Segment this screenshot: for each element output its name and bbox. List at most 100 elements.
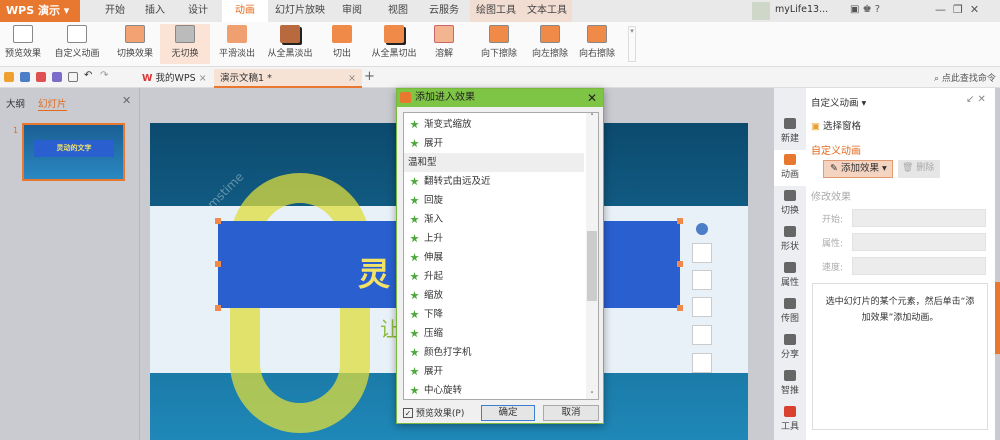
ok-button[interactable]: 确定 (481, 405, 535, 421)
custom-animation-button[interactable]: 自定义动画 (52, 24, 102, 64)
tab-animation[interactable]: 动画 (222, 0, 268, 22)
panel-title[interactable]: 自定义动画 ▾ (811, 95, 866, 109)
new-tab-button[interactable]: + (364, 69, 375, 84)
close-panel-icon[interactable]: ✕ (122, 94, 131, 107)
transition-cut-black[interactable]: 从全黑切出 (366, 24, 422, 64)
tab-slideshow[interactable]: 幻灯片放映 (272, 0, 328, 22)
tab-text-tools[interactable]: 文本工具 (522, 0, 572, 22)
sidebar-item-recommend[interactable]: 智推 (774, 366, 806, 402)
list-item[interactable]: 压缩 (404, 324, 584, 343)
tab-cloud[interactable]: 云服务 (422, 0, 466, 22)
print-icon[interactable] (52, 72, 62, 82)
save-icon[interactable] (20, 72, 30, 82)
sidebar-item-animation[interactable]: 动画 (774, 150, 806, 186)
select-pane-button[interactable]: ▣ 选择窗格 (811, 118, 861, 132)
list-item[interactable]: 伸展 (404, 248, 584, 267)
list-item[interactable]: 回旋 (404, 191, 584, 210)
transition-wipe-right[interactable]: 向右擦除 (574, 24, 620, 64)
transition-none[interactable]: 无切换 (160, 24, 210, 64)
list-item[interactable]: 下降 (404, 305, 584, 324)
dialog-header: 添加进入效果 ✕ (397, 89, 603, 107)
window-controls[interactable]: — ❐ ✕ (935, 3, 979, 16)
scroll-down-icon[interactable]: ˅ (586, 391, 598, 399)
avatar[interactable] (752, 2, 770, 20)
close-tab-icon[interactable]: × (348, 69, 356, 88)
list-item[interactable]: 上升 (404, 229, 584, 248)
switch-effect-button[interactable]: 切换效果 (112, 24, 158, 64)
resize-handle[interactable] (677, 305, 683, 311)
panel-collapse-handle[interactable] (995, 282, 1000, 354)
pdf-icon[interactable] (36, 72, 46, 82)
add-effect-button[interactable]: ✎ 添加效果 ▾ (823, 160, 893, 178)
list-item[interactable]: 翻转式由远及近 (404, 172, 584, 191)
effect-list[interactable]: 渐变式缩放 展开 温和型 翻转式由远及近 回旋 渐入 上升 伸展 升起 缩放 下降 压缩 颜色打字… (403, 112, 599, 400)
preview-checkbox[interactable]: ✓ 预览效果(P) (403, 406, 464, 419)
tab-outline[interactable]: 大纲 (6, 96, 25, 110)
tab-review[interactable]: 审阅 (332, 0, 372, 22)
list-item[interactable]: 展开 (404, 362, 584, 381)
list-item[interactable]: 缩放 (404, 286, 584, 305)
delete-button[interactable]: 🗑 删除 (898, 160, 940, 178)
transition-fade[interactable]: 平滑淡出 (212, 24, 262, 64)
sidebar-item-new[interactable]: 新建 (774, 114, 806, 150)
sidebar-item-upload-image[interactable]: 传图 (774, 294, 806, 330)
layers-icon[interactable] (692, 325, 712, 345)
scroll-up-icon[interactable]: ˄ (586, 113, 598, 121)
tab-slides[interactable]: 幻灯片 (38, 96, 67, 111)
sidebar-item-switch[interactable]: 切换 (774, 186, 806, 222)
resize-handle[interactable] (677, 218, 683, 224)
list-item[interactable]: 展开 (404, 134, 584, 153)
edit-shape-icon[interactable] (692, 243, 712, 263)
transition-wipe-down[interactable]: 向下擦除 (474, 24, 524, 64)
collapse-icon[interactable] (696, 223, 708, 235)
doc-tab-active[interactable]: 演示文稿1 * × (214, 69, 362, 88)
slide-thumbnail[interactable]: 灵动的文字 (22, 123, 125, 181)
animation-list[interactable]: 选中幻灯片的某个元素，然后单击“添加效果”添加动画。 (812, 283, 988, 430)
doc-tab-home[interactable]: W 我的WPS × (136, 69, 212, 88)
user-name[interactable]: myLife13... (775, 4, 828, 15)
resize-handle[interactable] (215, 261, 221, 267)
tab-design[interactable]: 设计 (178, 0, 218, 22)
redo-icon[interactable]: ↷ (100, 70, 108, 81)
tab-drawing-tools[interactable]: 绘图工具 (470, 0, 522, 22)
ribbon-scroll[interactable]: ▾ (628, 26, 636, 62)
cancel-button[interactable]: 取消 (543, 405, 599, 421)
search-command[interactable]: ⌕ 点此查找命令 (934, 71, 996, 84)
panel-controls[interactable]: ↙ ✕ (966, 94, 986, 105)
wps-menu-button[interactable]: WPS 演示 ▾ (0, 0, 80, 22)
text-wrap-icon[interactable] (692, 353, 712, 373)
window-tools-icons[interactable]: ▣ ♚ ? (850, 4, 880, 15)
slide-title: 灵 (358, 255, 391, 293)
tab-view[interactable]: 视图 (376, 0, 420, 22)
close-dialog-icon[interactable]: ✕ (587, 89, 597, 107)
tab-home[interactable]: 开始 (95, 0, 135, 22)
tab-insert[interactable]: 插入 (135, 0, 175, 22)
resize-handle[interactable] (215, 305, 221, 311)
print-preview-icon[interactable] (68, 72, 78, 82)
sidebar-item-tools[interactable]: 工具 (774, 402, 806, 438)
transition-fade-black[interactable]: 从全黑淡出 (262, 24, 318, 64)
list-item[interactable]: 中心旋转 (404, 381, 584, 399)
transition-cut[interactable]: 切出 (322, 24, 362, 64)
list-item[interactable]: 渐入 (404, 210, 584, 229)
resize-handle[interactable] (215, 218, 221, 224)
outline-icon[interactable] (692, 297, 712, 317)
transition-dissolve[interactable]: 溶解 (426, 24, 462, 64)
transition-wipe-left[interactable]: 向左擦除 (528, 24, 572, 64)
start-select[interactable]: 开始: (816, 209, 986, 227)
undo-icon[interactable]: ↶ (84, 70, 92, 81)
scrollbar[interactable]: ˄ ˅ (586, 113, 598, 399)
speed-select[interactable]: 速度: (816, 257, 986, 275)
list-item[interactable]: 渐变式缩放 (404, 115, 584, 134)
resize-handle[interactable] (677, 261, 683, 267)
list-item[interactable]: 升起 (404, 267, 584, 286)
sidebar-item-property[interactable]: 属性 (774, 258, 806, 294)
list-item[interactable]: 颜色打字机 (404, 343, 584, 362)
preview-effect-button[interactable]: 预览效果 (2, 24, 44, 64)
sidebar-item-shape[interactable]: 形状 (774, 222, 806, 258)
sidebar-item-share[interactable]: 分享 (774, 330, 806, 366)
property-select[interactable]: 属性: (816, 233, 986, 251)
scrollbar-thumb[interactable] (587, 231, 597, 301)
open-icon[interactable] (4, 72, 14, 82)
fill-icon[interactable] (692, 270, 712, 290)
